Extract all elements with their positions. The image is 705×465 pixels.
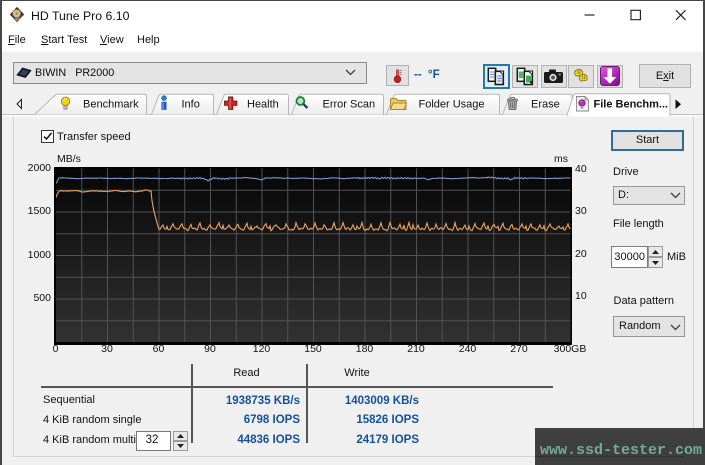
svg-text:Info: Info: [182, 99, 200, 111]
svg-text:Error Scan: Error Scan: [323, 99, 376, 111]
svg-text:Folder Usage: Folder Usage: [419, 99, 485, 111]
svg-text:Health: Health: [247, 99, 279, 111]
svg-text:Benchmark: Benchmark: [83, 99, 139, 111]
svg-text:Erase: Erase: [531, 99, 560, 111]
svg-text:File Benchm...: File Benchm...: [594, 99, 669, 111]
